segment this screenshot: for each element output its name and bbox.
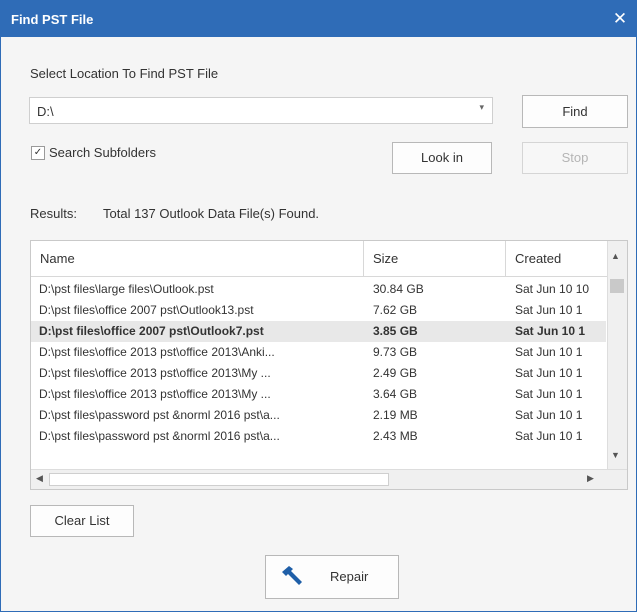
cell-created: Sat Jun 10 1 xyxy=(515,366,583,380)
cell-size: 7.62 GB xyxy=(373,303,418,317)
cell-name: D:\pst files\password pst &norml 2016 ps… xyxy=(39,429,280,443)
scroll-up-icon[interactable]: ▲ xyxy=(611,251,620,261)
title-bar: Find PST File ✕ xyxy=(1,1,636,37)
results-label: Results: xyxy=(30,206,77,221)
table-row[interactable]: D:\pst files\password pst &norml 2016 ps… xyxy=(31,405,606,426)
table-row[interactable]: D:\pst files\office 2013 pst\office 2013… xyxy=(31,342,606,363)
cell-name: D:\pst files\office 2007 pst\Outlook7.ps… xyxy=(39,324,264,338)
cell-size: 2.43 MB xyxy=(373,429,418,443)
results-summary: Total 137 Outlook Data File(s) Found. xyxy=(103,206,320,221)
vertical-scrollbar[interactable]: ▲ ▼ xyxy=(607,241,627,471)
cell-size: 2.49 GB xyxy=(373,366,418,380)
cell-created: Sat Jun 10 10 xyxy=(515,282,590,296)
cell-size: 3.64 GB xyxy=(373,387,418,401)
column-header-size[interactable]: Size xyxy=(364,241,506,276)
table-row[interactable]: D:\pst files\password pst &norml 2016 ps… xyxy=(31,426,606,447)
column-header-name[interactable]: Name xyxy=(31,241,364,276)
cell-name: D:\pst files\office 2007 pst\Outlook13.p… xyxy=(39,303,254,317)
stop-button[interactable]: Stop xyxy=(522,142,628,174)
results-table[interactable]: Name Size Created D:\pst files\large fil… xyxy=(30,240,628,490)
repair-label: Repair xyxy=(330,569,369,584)
cell-size: 3.85 GB xyxy=(373,324,418,338)
find-pst-dialog: Find PST File ✕ Select Location To Find … xyxy=(0,0,637,612)
window-title: Find PST File xyxy=(11,12,94,27)
location-value: D:\ xyxy=(37,104,54,119)
repair-button[interactable]: Repair xyxy=(265,555,399,599)
cell-size: 2.19 MB xyxy=(373,408,418,422)
search-subfolders-checkbox[interactable]: ✓ xyxy=(31,146,45,160)
cell-name: D:\pst files\large files\Outlook.pst xyxy=(39,282,214,296)
cell-size: 9.73 GB xyxy=(373,345,418,359)
scroll-right-icon[interactable]: ▶ xyxy=(587,473,594,484)
horizontal-scroll-thumb[interactable] xyxy=(49,473,389,486)
location-label: Select Location To Find PST File xyxy=(30,66,219,81)
cell-created: Sat Jun 10 1 xyxy=(515,387,583,401)
cell-created: Sat Jun 10 1 xyxy=(515,408,583,422)
close-icon[interactable]: ✕ xyxy=(608,7,632,31)
clear-list-button[interactable]: Clear List xyxy=(30,505,134,537)
horizontal-scrollbar[interactable]: ◀ ▶ xyxy=(31,469,627,489)
cell-size: 30.84 GB xyxy=(373,282,424,296)
chevron-down-icon[interactable]: ▾ xyxy=(479,102,484,113)
table-row[interactable]: D:\pst files\office 2013 pst\office 2013… xyxy=(31,363,606,384)
cell-name: D:\pst files\password pst &norml 2016 ps… xyxy=(39,408,280,422)
search-subfolders-label[interactable]: Search Subfolders xyxy=(49,145,156,160)
look-in-button[interactable]: Look in xyxy=(392,142,492,174)
table-row[interactable]: D:\pst files\large files\Outlook.pst 30.8… xyxy=(31,279,606,300)
table-row[interactable]: D:\pst files\office 2007 pst\Outlook13.p… xyxy=(31,300,606,321)
cell-created: Sat Jun 10 1 xyxy=(515,324,586,338)
column-header-created[interactable]: Created xyxy=(506,241,608,276)
find-button[interactable]: Find xyxy=(522,95,628,128)
scroll-left-icon[interactable]: ◀ xyxy=(36,473,43,484)
table-header: Name Size Created xyxy=(31,241,627,277)
vertical-scroll-thumb[interactable] xyxy=(610,279,624,293)
table-row[interactable]: D:\pst files\office 2013 pst\office 2013… xyxy=(31,384,606,405)
location-dropdown[interactable]: D:\ ▾ xyxy=(29,97,493,124)
cell-name: D:\pst files\office 2013 pst\office 2013… xyxy=(39,366,271,380)
cell-created: Sat Jun 10 1 xyxy=(515,303,583,317)
cell-name: D:\pst files\office 2013 pst\office 2013… xyxy=(39,345,275,359)
cell-name: D:\pst files\office 2013 pst\office 2013… xyxy=(39,387,271,401)
table-row[interactable]: D:\pst files\office 2007 pst\Outlook7.ps… xyxy=(31,321,606,342)
cell-created: Sat Jun 10 1 xyxy=(515,345,583,359)
cell-created: Sat Jun 10 1 xyxy=(515,429,583,443)
scroll-down-icon[interactable]: ▼ xyxy=(611,450,620,460)
hammer-icon xyxy=(282,566,302,585)
